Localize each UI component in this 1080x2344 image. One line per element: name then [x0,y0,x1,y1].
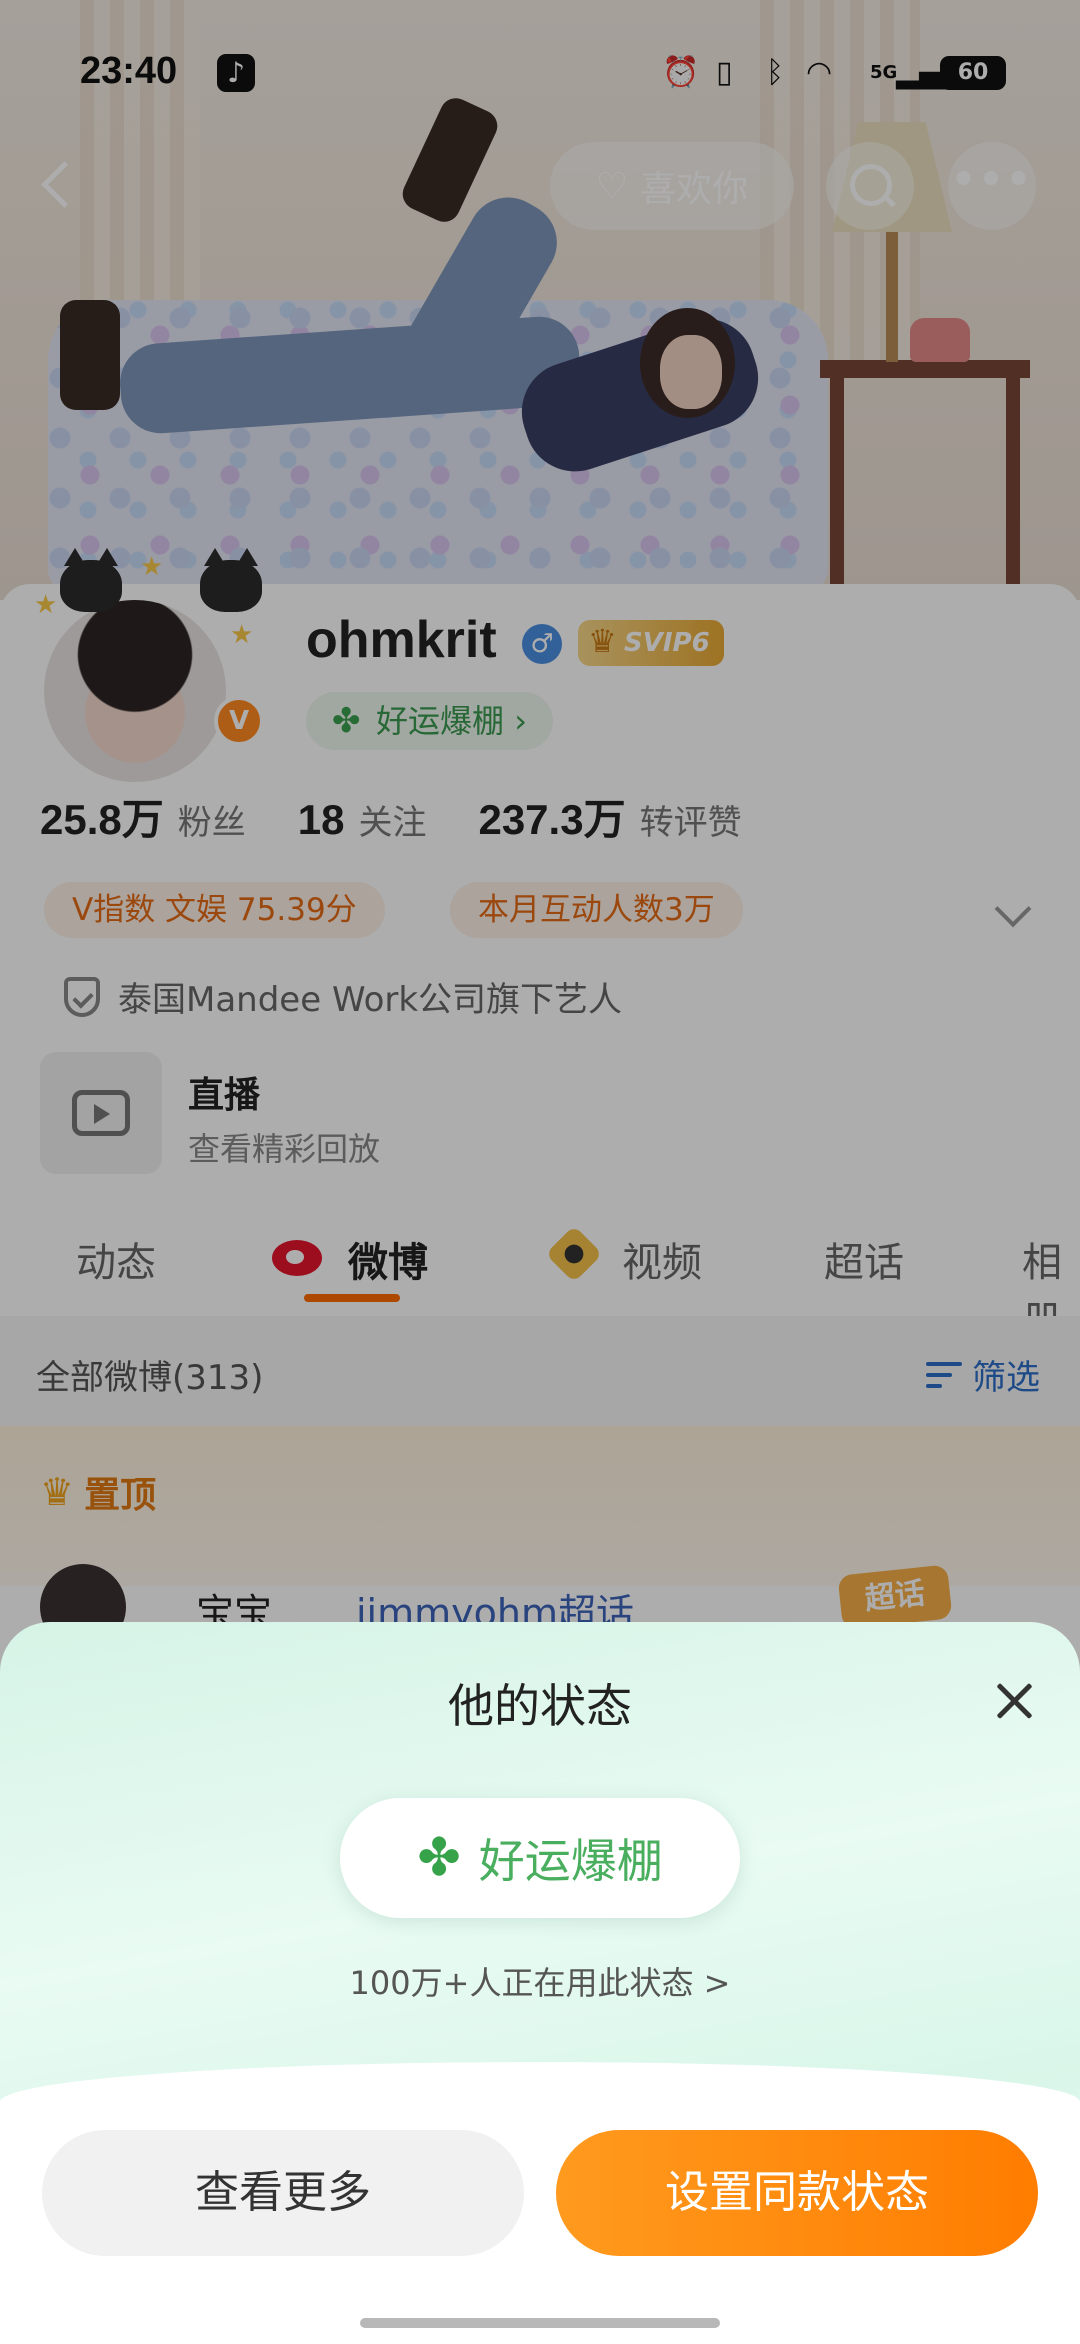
set-same-status-button[interactable]: 设置同款状态 [556,2130,1038,2256]
profile-page: 23:40 ♪ ⏰ ▯ ᛒ ◠ 5G ▂▄▆ 60 ♡ 喜欢你 ••• ★ ★ … [0,0,1080,2344]
sheet-title: 他的状态 [448,1679,632,1733]
home-indicator[interactable] [360,2318,720,2328]
view-more-button[interactable]: 查看更多 [42,2130,524,2256]
status-bottom-sheet: 他的状态 ✤ 好运爆棚 100万+人正在用此状态 > 查看更多 设置同款状态 [0,1622,1080,2344]
status-usage-link[interactable]: 100万+人正在用此状态 > [0,1958,1080,2004]
close-icon[interactable] [992,1678,1038,1724]
clover-icon: ✤ [417,1828,461,1888]
status-name: 好运爆棚 [478,1834,663,1888]
status-display: ✤ 好运爆棚 [340,1798,740,1918]
